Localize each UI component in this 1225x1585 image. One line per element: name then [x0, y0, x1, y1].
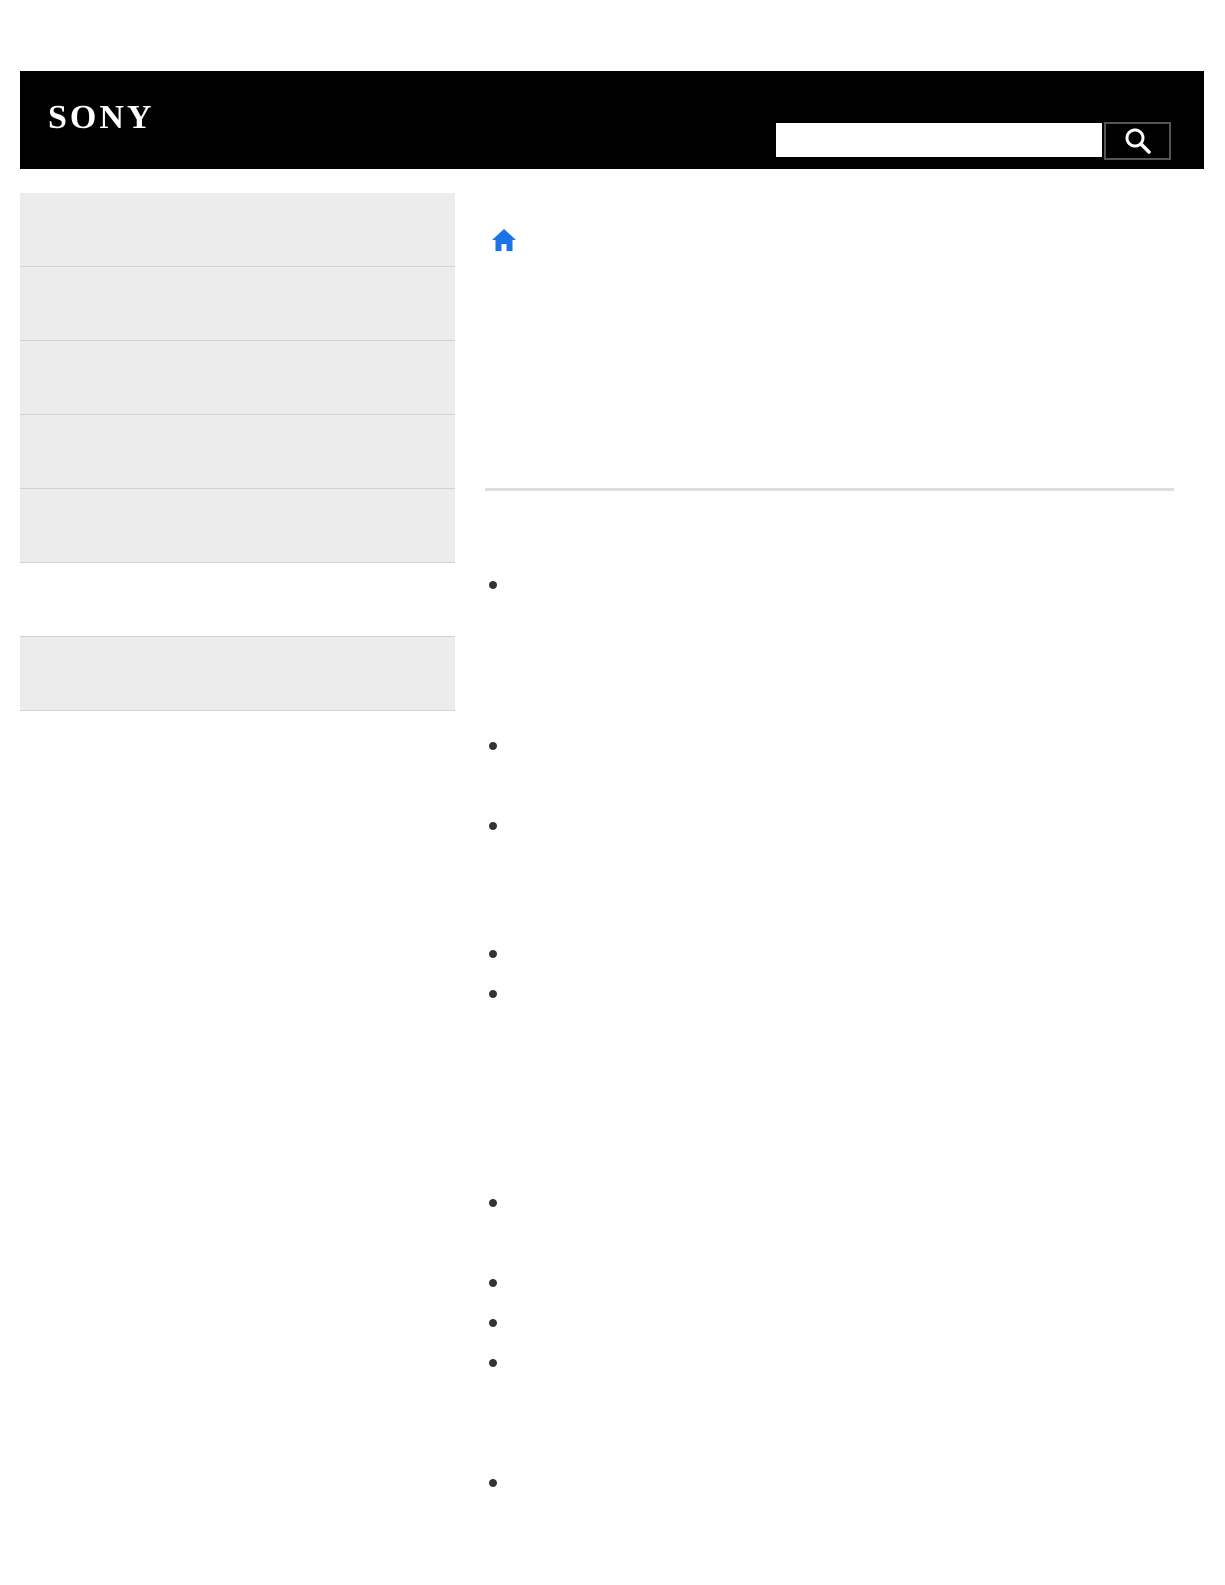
list-item: [486, 815, 1174, 837]
list-item: [486, 943, 1174, 965]
search-icon: [1125, 128, 1151, 154]
page-title: [486, 270, 1174, 470]
bullet-icon: [489, 1199, 497, 1207]
sidebar-item[interactable]: [20, 415, 455, 489]
sidebar-item[interactable]: [20, 637, 455, 711]
sidebar-spacer: [20, 563, 455, 637]
bullet-icon: [489, 1279, 497, 1287]
bullet-icon: [489, 822, 497, 830]
search-button[interactable]: [1104, 122, 1171, 160]
bullet-icon: [489, 990, 497, 998]
bullet-icon: [489, 581, 497, 589]
list-item: [486, 1192, 1174, 1214]
site-header: SONY: [20, 71, 1204, 169]
bullet-icon: [489, 1479, 497, 1487]
list-item: [486, 1272, 1174, 1294]
sidebar-item[interactable]: [20, 341, 455, 415]
sony-logo[interactable]: SONY: [48, 101, 154, 135]
bullet-icon: [489, 1359, 497, 1367]
sidebar-item[interactable]: [20, 193, 455, 267]
list-item: [486, 1472, 1174, 1494]
bullet-icon: [489, 742, 497, 750]
title-divider: [485, 488, 1174, 491]
list-item: [486, 574, 1174, 596]
list-item: [486, 735, 1174, 757]
list-item: [486, 1312, 1174, 1334]
sidebar-item[interactable]: [20, 267, 455, 341]
list-item: [486, 1352, 1174, 1374]
home-link[interactable]: [490, 226, 518, 254]
sidebar-item[interactable]: [20, 489, 455, 563]
search-input[interactable]: [776, 123, 1102, 157]
bullet-icon: [489, 950, 497, 958]
bullet-icon: [489, 1319, 497, 1327]
sidebar-nav: [20, 193, 455, 711]
list-item: [486, 983, 1174, 1005]
home-icon: [492, 229, 516, 251]
